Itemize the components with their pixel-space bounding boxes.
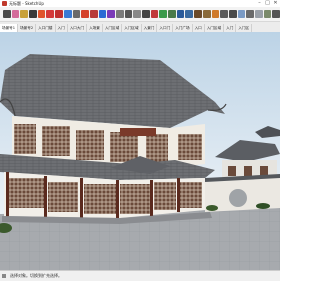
textured-icon[interactable] [263, 10, 272, 18]
sketchup-app-icon [2, 1, 7, 6]
scene-tab[interactable]: 入场景 [87, 24, 103, 32]
scene-tab[interactable]: 入口门楼 [36, 24, 56, 32]
scene-tab[interactable]: 入门广场 [173, 24, 193, 32]
maximize-button[interactable]: □ [265, 1, 270, 6]
protractor-icon[interactable] [133, 10, 141, 18]
scene-tab[interactable]: 入口 [193, 24, 205, 32]
minimize-button[interactable]: – [257, 1, 262, 6]
scale-icon[interactable] [98, 10, 107, 18]
rectangle-icon[interactable] [46, 10, 55, 18]
polygon-icon[interactable] [63, 10, 72, 18]
scene-tab[interactable]: 入门 [56, 24, 68, 32]
text-icon[interactable] [142, 10, 150, 18]
orbit-icon[interactable] [159, 10, 168, 18]
monochrome-icon[interactable] [272, 10, 280, 18]
arc-icon[interactable] [37, 10, 46, 18]
paint-icon[interactable] [20, 10, 29, 18]
tape-icon[interactable] [115, 10, 124, 18]
zoom-extents-icon[interactable] [185, 10, 194, 18]
styles-icon[interactable] [228, 10, 237, 18]
zoom-icon[interactable] [176, 10, 185, 18]
title-bar: 无标题 - SketchUp – □ ✕ [0, 0, 280, 7]
scene-tab[interactable]: 场景号2 [18, 24, 37, 32]
toolbar [0, 7, 280, 22]
scene-tab[interactable]: 入门 [224, 24, 237, 32]
look-around-icon[interactable] [202, 10, 211, 18]
window-title: 无标题 - SketchUp [9, 0, 44, 6]
shaded-icon[interactable] [254, 10, 263, 18]
rotate-icon[interactable] [89, 10, 98, 18]
scene-tab[interactable]: 入口大门 [68, 24, 88, 32]
scene-tab[interactable]: 入门区 [236, 24, 253, 32]
scene-tab[interactable]: 入景门 [142, 24, 158, 32]
pan-icon[interactable] [168, 10, 176, 18]
model-scene [0, 32, 280, 270]
scene-tab[interactable]: 入门区域 [122, 24, 142, 32]
status-bar: 选择对象。切换到扩充选择。 [0, 270, 280, 281]
pencil-icon[interactable] [29, 10, 37, 18]
wireframe-icon[interactable] [246, 10, 254, 18]
scene-tab[interactable]: 场景号1 [0, 24, 19, 32]
model-viewport[interactable] [0, 32, 280, 270]
components-icon[interactable] [220, 10, 228, 18]
close-button[interactable]: ✕ [273, 1, 278, 6]
axes-icon[interactable] [150, 10, 159, 18]
push-pull-icon[interactable] [72, 10, 81, 18]
scene-tab[interactable]: 入门区域 [103, 24, 123, 32]
scene-tab[interactable]: 入口门 [157, 24, 174, 32]
scene-tab[interactable]: 入门区域 [205, 24, 225, 32]
walk-icon[interactable] [194, 10, 202, 18]
move-icon[interactable] [81, 10, 89, 18]
info-icon [2, 274, 6, 278]
select-icon[interactable] [3, 10, 11, 18]
dimension-icon[interactable] [124, 10, 133, 18]
status-text: 选择对象。切换到扩充选择。 [10, 273, 62, 278]
section-icon[interactable] [211, 10, 220, 18]
offset-icon[interactable] [107, 10, 115, 18]
circle-icon[interactable] [55, 10, 63, 18]
eraser-icon[interactable] [11, 10, 20, 18]
xray-icon[interactable] [237, 10, 246, 18]
